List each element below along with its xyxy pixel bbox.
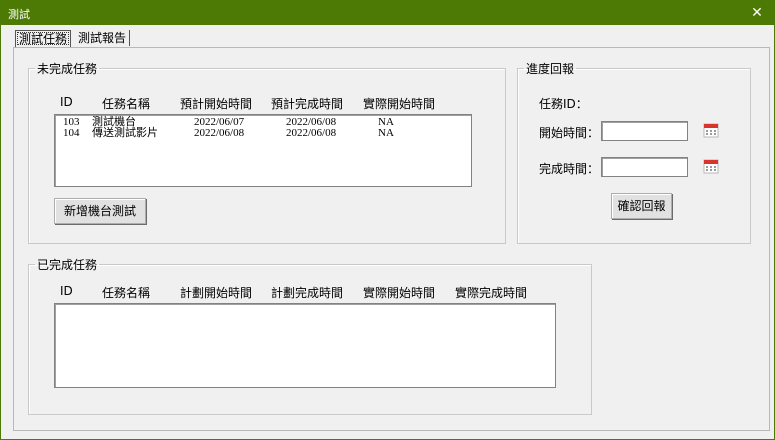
pending-col-id: ID [60, 95, 73, 109]
start-time-input[interactable] [601, 121, 688, 141]
completed-tasks-legend: 已完成任務 [37, 258, 98, 272]
pending-col-actual-start: 實際開始時間 [363, 97, 436, 111]
pending-col-name: 任務名稱 [102, 97, 151, 111]
table-row[interactable]: 104 傳送測試影片 2022/06/08 2022/06/08 NA [55, 127, 471, 139]
row-planned-end: 2022/06/08 [286, 127, 337, 139]
pending-col-planned-start: 預計開始時間 [180, 97, 253, 111]
pending-tasks-list[interactable]: 103 測試機台 2022/06/07 2022/06/08 NA 104 傳送… [54, 114, 472, 187]
completed-col-id: ID [60, 284, 73, 298]
completed-col-name: 任務名稱 [102, 286, 151, 300]
row-id: 104 [63, 127, 80, 139]
tab-test-report[interactable]: 測試報告 [75, 30, 131, 46]
completed-col-actual-start: 實際開始時間 [363, 286, 436, 300]
end-time-label: 完成時間： [539, 162, 600, 176]
add-machine-test-button[interactable]: 新增機台測試 [54, 198, 146, 224]
window-title: 測試 [8, 8, 30, 21]
title-bar: 測試 ✕ [1, 1, 774, 25]
calendar-icon[interactable] [703, 122, 719, 138]
completed-col-planned-start: 計劃開始時間 [180, 286, 253, 300]
row-actual-start: NA [378, 127, 394, 139]
calendar-icon[interactable] [703, 158, 719, 174]
progress-report-legend: 進度回報 [526, 62, 575, 76]
row-planned-start: 2022/06/08 [194, 127, 245, 139]
task-id-label: 任務ID： [539, 97, 588, 111]
confirm-report-button[interactable]: 確認回報 [611, 193, 672, 219]
close-icon[interactable]: ✕ [740, 1, 774, 25]
row-name: 傳送測試影片 [92, 127, 158, 139]
end-time-input[interactable] [601, 157, 688, 177]
tab-panel-test-tasks: 未完成任務 ID 任務名稱 預計開始時間 預計完成時間 實際開始時間 103 測… [13, 47, 770, 431]
start-time-label: 開始時間： [539, 126, 600, 140]
completed-col-actual-end: 實際完成時間 [455, 286, 528, 300]
completed-col-planned-end: 計劃完成時間 [271, 286, 344, 300]
dialog-window: 測試 ✕ 測試任務 測試報告 未完成任務 ID 任務名稱 預計開始時間 預計完成… [0, 0, 775, 440]
tab-test-tasks[interactable]: 測試任務 [15, 30, 72, 47]
pending-col-planned-end: 預計完成時間 [271, 97, 344, 111]
pending-tasks-legend: 未完成任務 [37, 62, 98, 76]
completed-tasks-list[interactable] [54, 303, 556, 388]
